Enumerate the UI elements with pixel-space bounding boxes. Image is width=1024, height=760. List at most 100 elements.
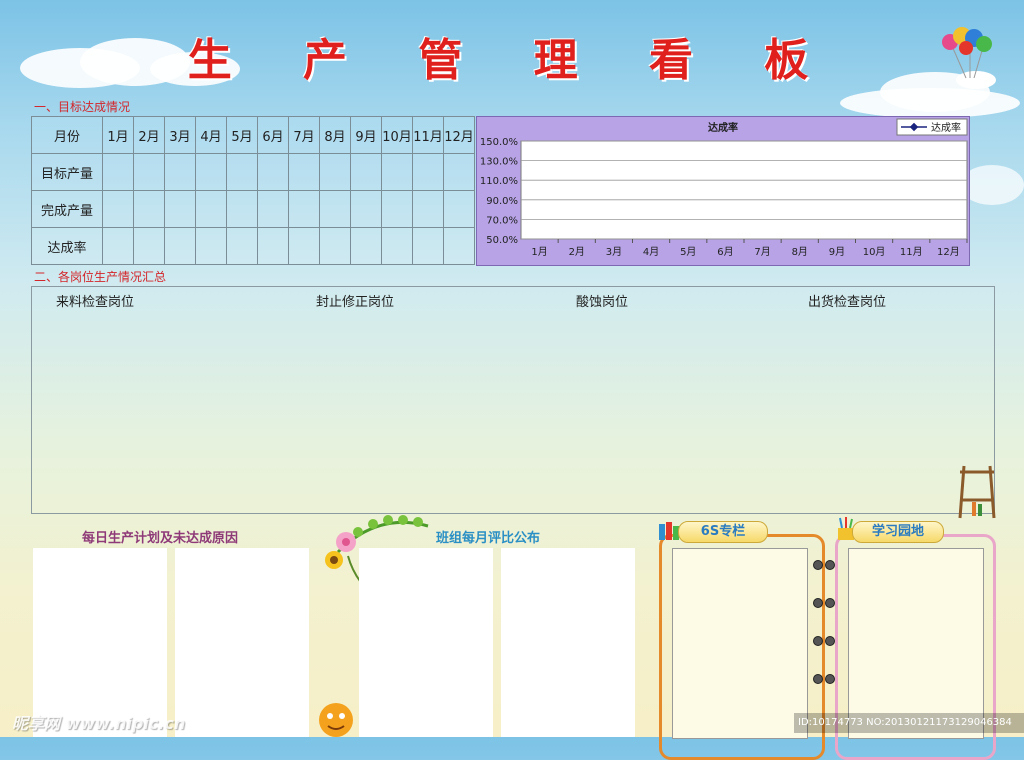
binder-ring (813, 636, 823, 646)
binder-ring (825, 598, 835, 608)
table-cell[interactable] (102, 227, 134, 265)
learning-title: 学习园地 (852, 521, 944, 543)
table-cell[interactable] (257, 190, 289, 228)
daily-plan-panel[interactable] (33, 548, 167, 737)
table-cell[interactable] (102, 190, 134, 228)
post-label: 来料检查岗位 (56, 295, 135, 310)
table-cell[interactable] (195, 190, 227, 228)
table-cell[interactable] (195, 153, 227, 191)
x-tick-label: 4月 (643, 246, 659, 258)
month-header: 1月 (102, 116, 134, 154)
y-tick-label: 90.0% (486, 196, 518, 207)
table-cell[interactable] (226, 190, 258, 228)
x-tick-label: 7月 (754, 246, 770, 258)
x-tick-label: 2月 (569, 246, 585, 258)
table-cell[interactable] (164, 153, 196, 191)
row-label: 达成率 (31, 227, 103, 265)
x-tick-label: 8月 (792, 246, 808, 258)
table-header-label: 月份 (31, 116, 103, 154)
x-tick-label: 5月 (680, 246, 696, 258)
table-cell[interactable] (257, 153, 289, 191)
table-cell[interactable] (102, 153, 134, 191)
table-cell[interactable] (319, 190, 351, 228)
six-s-panel[interactable] (672, 548, 808, 739)
table-cell[interactable] (350, 190, 382, 228)
table-row: 达成率 (31, 227, 475, 265)
month-header: 6月 (257, 116, 289, 154)
table-cell[interactable] (412, 190, 444, 228)
plot-area (520, 140, 968, 240)
x-tick-label: 10月 (863, 246, 886, 258)
table-cell[interactable] (381, 153, 413, 191)
chart-svg: 达成率 达成率 150.0% 130.0% 110.0% 90.0% 70.0% 50.0% 1… (480, 118, 968, 258)
y-tick-label: 130.0% (480, 157, 518, 168)
section-title-targets: 一、目标达成情况 (34, 100, 131, 114)
y-tick-label: 70.0% (486, 215, 518, 226)
table-cell[interactable] (381, 227, 413, 265)
binder-ring (825, 636, 835, 646)
table-cell[interactable] (412, 227, 444, 265)
table-cell[interactable] (350, 153, 382, 191)
daily-plan-title: 每日生产计划及未达成原因 (82, 531, 239, 546)
month-header: 10月 (381, 116, 413, 154)
post-label: 酸蚀岗位 (576, 295, 629, 310)
post-summary-box: 来料检查岗位 封止修正岗位 酸蚀岗位 出货检查岗位 (31, 286, 995, 514)
post-label: 封止修正岗位 (316, 295, 395, 310)
x-tick-label: 9月 (829, 246, 845, 258)
table-cell[interactable] (257, 227, 289, 265)
easel-icon (958, 465, 996, 519)
monthly-eval-panel[interactable] (501, 548, 635, 737)
month-header: 7月 (288, 116, 320, 154)
table-cell[interactable] (288, 153, 320, 191)
table-cell[interactable] (443, 153, 475, 191)
y-tick-label: 50.0% (486, 235, 518, 246)
binder-ring (813, 560, 823, 570)
table-cell[interactable] (226, 153, 258, 191)
table-cell[interactable] (443, 227, 475, 265)
target-table: 月份 1月 2月 3月 4月 5月 6月 7月 8月 9月 10月 11月 12… (31, 116, 475, 265)
post-label: 出货检查岗位 (808, 295, 887, 310)
table-cell[interactable] (381, 190, 413, 228)
chart-title: 达成率 (708, 121, 738, 134)
month-header: 5月 (226, 116, 258, 154)
monthly-eval-title: 班组每月评比公布 (436, 531, 541, 546)
table-cell[interactable] (412, 153, 444, 191)
image-id: ID:10174773 NO:20130121173129046384 (794, 713, 1024, 733)
month-header: 12月 (443, 116, 475, 154)
binder-ring (825, 674, 835, 684)
page-title: 生 产 管 理 看 板 (187, 35, 837, 86)
month-header: 3月 (164, 116, 196, 154)
learning-panel[interactable] (848, 548, 984, 739)
binder-ring (813, 598, 823, 608)
y-tick-label: 150.0% (480, 137, 518, 148)
table-cell[interactable] (443, 190, 475, 228)
table-cell[interactable] (195, 227, 227, 265)
y-tick-label: 110.0% (480, 176, 518, 187)
table-row: 目标产量 (31, 153, 475, 191)
section-title-summary: 二、各岗位生产情况汇总 (34, 270, 167, 284)
x-tick-label: 11月 (900, 246, 923, 258)
binder-ring (825, 560, 835, 570)
monthly-eval-panel[interactable] (359, 548, 493, 737)
x-tick-label: 3月 (606, 246, 622, 258)
legend-label: 达成率 (931, 121, 961, 134)
table-cell[interactable] (288, 190, 320, 228)
x-tick-label: 12月 (937, 246, 960, 258)
month-header: 9月 (350, 116, 382, 154)
table-cell[interactable] (350, 227, 382, 265)
table-cell[interactable] (133, 190, 165, 228)
table-cell[interactable] (319, 227, 351, 265)
table-cell[interactable] (319, 153, 351, 191)
six-s-title: 6S专栏 (678, 521, 768, 543)
table-cell[interactable] (226, 227, 258, 265)
month-header: 8月 (319, 116, 351, 154)
x-tick-label: 1月 (531, 246, 547, 258)
table-cell[interactable] (164, 227, 196, 265)
table-cell[interactable] (164, 190, 196, 228)
daily-plan-panel[interactable] (175, 548, 309, 737)
table-cell[interactable] (133, 227, 165, 265)
month-header: 2月 (133, 116, 165, 154)
table-cell[interactable] (133, 153, 165, 191)
row-label: 完成产量 (31, 190, 103, 228)
table-cell[interactable] (288, 227, 320, 265)
